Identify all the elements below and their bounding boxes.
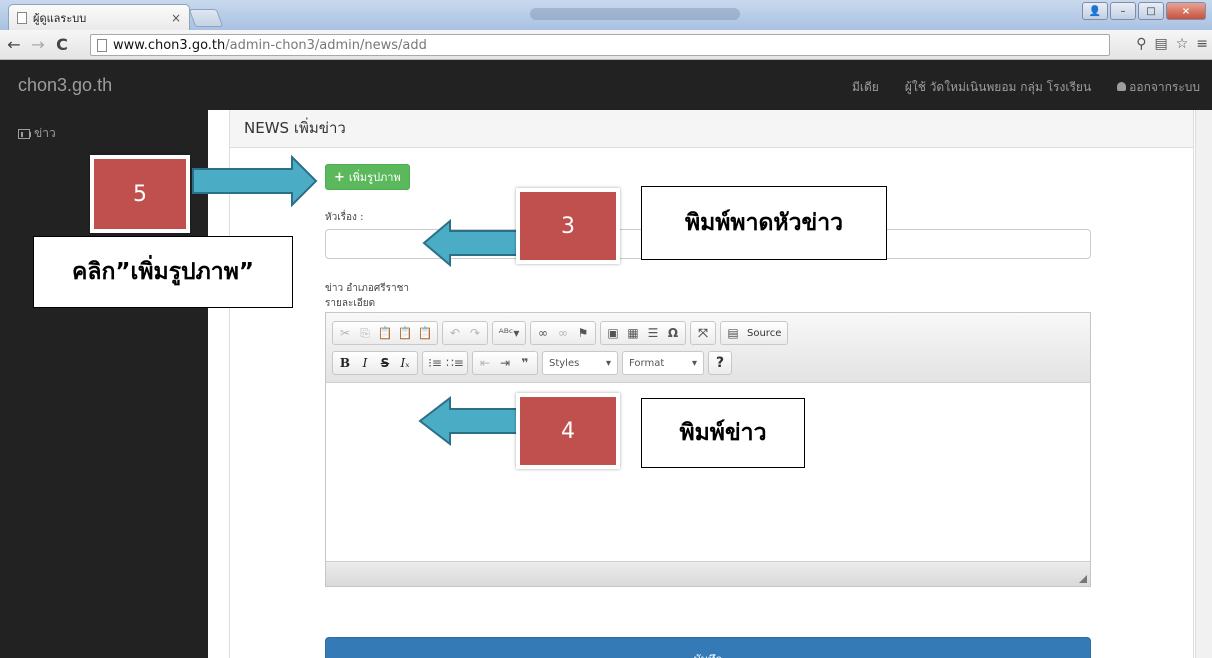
arrow-step3 (422, 218, 521, 268)
step-4-badge: 4 (516, 393, 620, 469)
step-5-badge: 5 (90, 155, 190, 233)
annotation-arrows (192, 154, 521, 447)
arrow-step4 (418, 395, 521, 447)
step-5-instruction: คลิก”เพิ่มรูปภาพ” (33, 236, 293, 308)
arrow-step5 (192, 154, 318, 208)
step-3-instruction: พิมพ์พาดหัวข่าว (641, 186, 887, 260)
step-3-badge: 3 (516, 188, 620, 264)
step-4-instruction: พิมพ์ข่าว (641, 398, 805, 468)
